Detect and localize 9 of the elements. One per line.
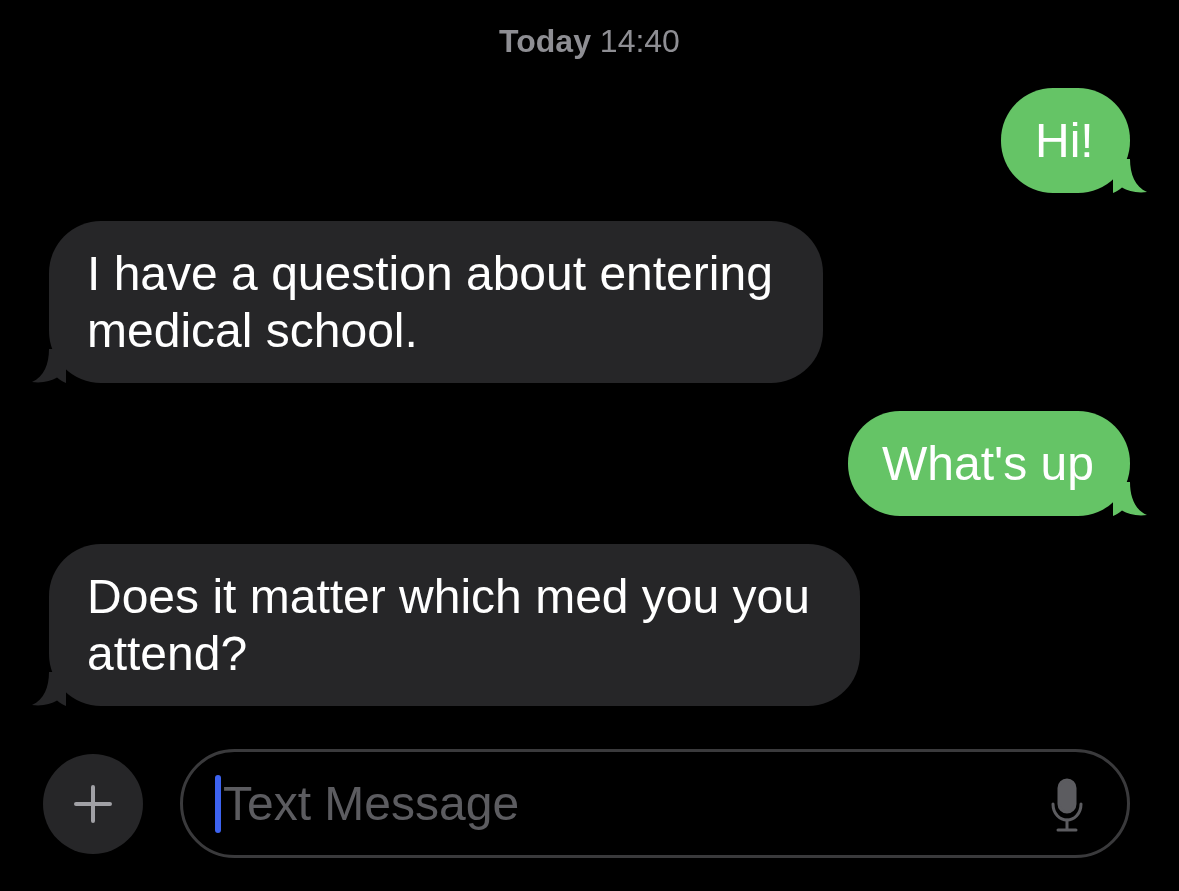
message-bubble: Does it matter which med you you attend? [32, 544, 860, 706]
message-bubble: Hi! [1001, 88, 1147, 193]
message-bubble: I have a question about entering medical school. [32, 221, 823, 383]
microphone-icon[interactable] [1050, 778, 1084, 832]
message-bubble: What's up [848, 411, 1147, 516]
plus-icon [73, 784, 113, 824]
text-cursor [215, 775, 221, 833]
timestamp: Today 14:40 [499, 23, 680, 59]
message-input-field[interactable]: Text Message [180, 749, 1130, 858]
